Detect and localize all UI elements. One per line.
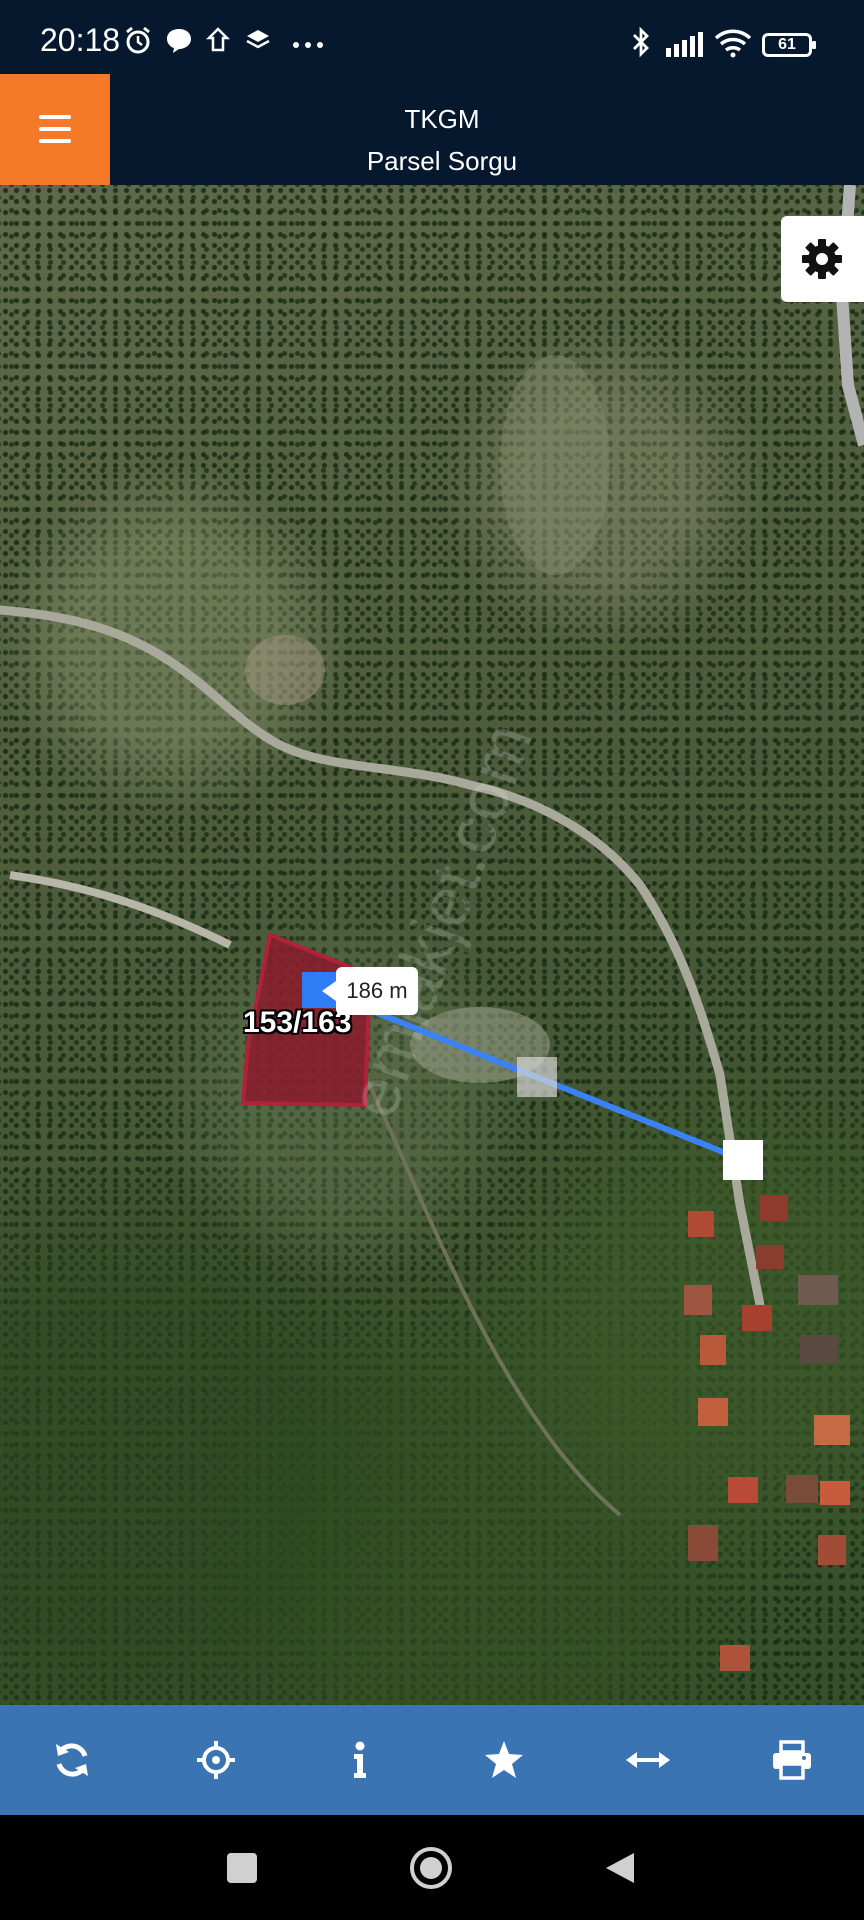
printer-icon — [773, 1740, 811, 1780]
road — [9, 871, 232, 949]
measure-arrows-icon — [626, 1752, 670, 1768]
status-time: 20:18 — [40, 22, 121, 58]
settings-button[interactable] — [781, 216, 864, 302]
parcel-label: 153/163 — [243, 1006, 352, 1039]
home-button[interactable] — [371, 1815, 491, 1920]
locate-button[interactable] — [144, 1705, 288, 1815]
more-dots-icon — [293, 42, 323, 48]
app-bar: TKGM Parsel Sorgu — [0, 74, 864, 185]
gear-icon — [802, 239, 842, 279]
app-title: TKGM — [404, 104, 480, 134]
clearing — [245, 635, 325, 705]
status-bar: 20:18 61 — [0, 0, 864, 74]
refresh-button[interactable] — [0, 1705, 144, 1815]
road — [0, 605, 765, 1310]
bottom-toolbar — [0, 1705, 864, 1815]
hamburger-menu-icon — [39, 115, 71, 119]
print-button[interactable] — [720, 1705, 864, 1815]
back-triangle-icon — [606, 1852, 634, 1883]
clearing — [500, 355, 610, 575]
recents-button[interactable] — [182, 1815, 302, 1920]
back-button[interactable] — [560, 1815, 680, 1920]
battery-icon: 61 — [762, 33, 816, 57]
alarm-icon — [126, 26, 150, 54]
system-nav-bar — [0, 1815, 864, 1920]
notification-icon — [205, 27, 231, 52]
chat-bubble-icon — [167, 29, 191, 53]
info-icon — [354, 1741, 366, 1778]
houses — [684, 1195, 850, 1671]
measure-end-handle[interactable] — [723, 1140, 763, 1180]
hamburger-menu-icon-line — [39, 139, 71, 143]
measure-mid-handle[interactable] — [517, 1057, 557, 1097]
refresh-icon — [56, 1743, 88, 1777]
hamburger-menu-icon-line — [39, 127, 71, 131]
wifi-icon — [714, 29, 752, 58]
distance-tooltip: 186 m — [322, 967, 418, 1015]
star-icon — [485, 1741, 523, 1778]
home-circle-icon — [410, 1846, 452, 1889]
info-button[interactable] — [288, 1705, 432, 1815]
bluetooth-icon — [633, 26, 649, 58]
app-subtitle: Parsel Sorgu — [366, 146, 518, 176]
measure-button[interactable] — [576, 1705, 720, 1815]
favorite-button[interactable] — [432, 1705, 576, 1815]
layers-icon — [246, 30, 270, 49]
recents-square-icon — [227, 1852, 257, 1883]
hamburger-menu-button[interactable] — [0, 74, 110, 185]
crosshair-icon — [197, 1741, 235, 1779]
signal-icon — [666, 32, 703, 57]
